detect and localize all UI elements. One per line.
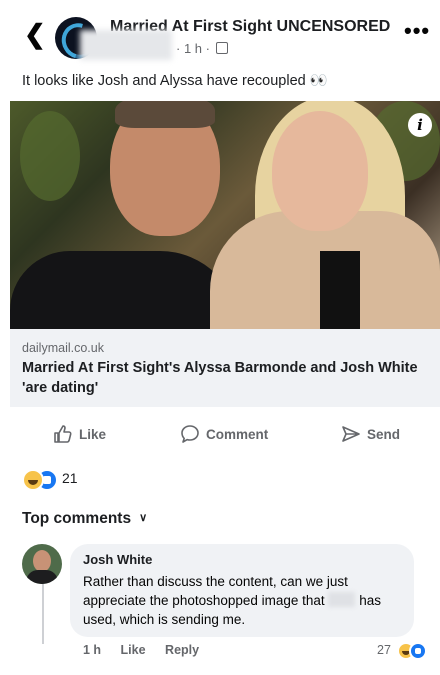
man-hair bbox=[115, 101, 215, 128]
post-text: It looks like Josh and Alyssa have recou… bbox=[22, 73, 328, 89]
comment-reply-button[interactable]: Reply bbox=[165, 643, 199, 657]
redacted-name bbox=[328, 592, 356, 607]
send-button[interactable]: Send bbox=[341, 420, 400, 450]
commenter-avatar[interactable] bbox=[22, 544, 62, 584]
comment-reaction-count: 27 bbox=[377, 643, 391, 657]
like-reaction-icon bbox=[409, 642, 427, 660]
redacted-area bbox=[80, 30, 172, 60]
send-icon bbox=[342, 426, 360, 442]
man-coat bbox=[10, 251, 240, 329]
post-meta: · 1 h · bbox=[176, 41, 228, 56]
chevron-down-icon: ∨ bbox=[139, 512, 148, 524]
thumbs-up-icon bbox=[54, 425, 72, 443]
more-options-icon[interactable]: ••• bbox=[404, 18, 430, 44]
background-plant bbox=[20, 111, 80, 201]
comment-button[interactable]: Comment bbox=[180, 420, 268, 450]
haha-reaction-icon bbox=[22, 469, 44, 491]
post-time[interactable]: 1 h bbox=[184, 41, 202, 56]
back-icon[interactable]: ❮ bbox=[24, 20, 48, 48]
comment-label: Comment bbox=[206, 427, 269, 442]
avatar-face bbox=[33, 550, 51, 572]
thread-line bbox=[42, 584, 44, 644]
comments-sort-dropdown[interactable]: Top comments ∨ bbox=[22, 510, 147, 528]
like-label: Like bbox=[79, 427, 107, 442]
woman-head bbox=[272, 111, 368, 231]
comment-like-button[interactable]: Like bbox=[121, 643, 146, 657]
post-header: ❮ Married At First Sight UNCENSORED · 1 … bbox=[0, 0, 440, 62]
comment-meta: 1 h Like Reply bbox=[83, 643, 215, 657]
action-bar: Like Comment Send bbox=[0, 420, 440, 450]
comments-header: Top comments bbox=[22, 510, 132, 527]
reaction-count: 21 bbox=[62, 470, 78, 486]
comment-author[interactable]: Josh White bbox=[83, 552, 152, 567]
link-domain: dailymail.co.uk bbox=[22, 341, 104, 355]
comment-time[interactable]: 1 h bbox=[83, 643, 101, 657]
comment-text: Rather than discuss the content, can we … bbox=[83, 572, 398, 629]
comment-text-part: Rather than discuss the content, can we … bbox=[83, 574, 348, 608]
comment-icon bbox=[181, 425, 199, 443]
info-icon[interactable]: i bbox=[408, 113, 432, 137]
send-label: Send bbox=[367, 427, 401, 442]
link-title[interactable]: Married At First Sight's Alyssa Barmonde… bbox=[22, 358, 422, 398]
like-button[interactable]: Like bbox=[53, 420, 106, 450]
link-preview-image[interactable] bbox=[10, 101, 440, 329]
avatar-shirt bbox=[26, 570, 58, 584]
globe-icon bbox=[215, 42, 228, 54]
woman-top bbox=[320, 251, 360, 329]
